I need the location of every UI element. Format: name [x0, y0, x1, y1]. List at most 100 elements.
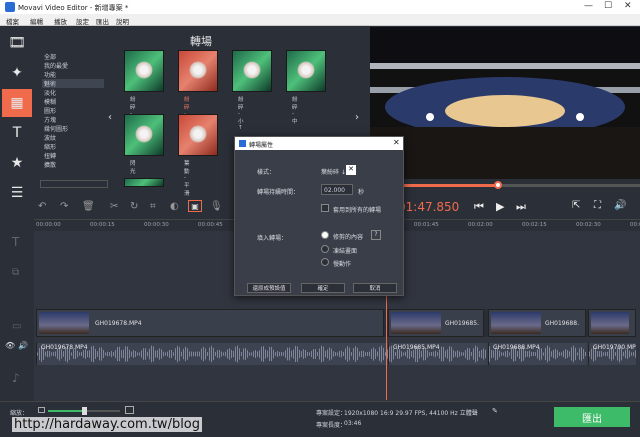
category-item[interactable]: 擴散 — [44, 160, 56, 169]
category-item[interactable]: 方塊 — [44, 115, 56, 124]
waveform-bar — [303, 349, 304, 359]
waveform-bar — [287, 347, 288, 361]
transition-thumbnail[interactable] — [124, 178, 164, 187]
transition-thumbnail[interactable] — [232, 50, 272, 92]
transition-thumbnail[interactable] — [178, 114, 218, 156]
transitions-icon[interactable]: ▦ — [2, 89, 32, 117]
option-freeze-radio[interactable] — [321, 245, 329, 253]
zoom-out-icon[interactable] — [38, 407, 45, 413]
waveform-bar — [407, 349, 408, 359]
crop-icon[interactable]: ⌗ — [150, 201, 156, 212]
track-visibility-icon[interactable]: 👁 — [5, 341, 15, 350]
waveform-bar — [363, 350, 364, 358]
waveform-bar — [195, 351, 196, 357]
video-preview — [370, 27, 640, 179]
menu-settings[interactable]: 設定 — [76, 16, 89, 26]
duration-label: 轉場持續時間： — [257, 189, 300, 196]
category-item[interactable]: 淡化 — [44, 88, 56, 97]
filters-icon[interactable]: ✦ — [2, 59, 32, 87]
minimize-icon[interactable]: — — [584, 1, 593, 11]
menu-file[interactable]: 檔案 — [6, 16, 19, 26]
next-frame-icon[interactable]: ⏭ — [516, 200, 526, 214]
waveform-bar — [585, 351, 586, 357]
transition-thumbnail[interactable] — [124, 50, 164, 92]
apply-all-checkbox[interactable] — [321, 204, 329, 212]
category-item[interactable]: 縮形 — [44, 142, 56, 151]
category-item[interactable]: 模糊 — [44, 97, 56, 106]
waveform-bar — [217, 350, 218, 358]
menu-play[interactable]: 播放 — [54, 16, 67, 26]
clip-properties-icon[interactable]: ▣ — [188, 200, 202, 212]
scroll-right-icon[interactable]: › — [355, 112, 359, 123]
waveform-bar — [49, 350, 50, 358]
undo-icon[interactable]: ↶ — [38, 201, 46, 212]
category-item[interactable]: 功能 — [44, 70, 56, 79]
option-trimmed-radio[interactable] — [321, 231, 329, 239]
category-item[interactable]: 波紋 — [44, 133, 56, 142]
thumbnail-image — [135, 125, 153, 143]
rotate-icon[interactable]: ↻ — [130, 201, 138, 212]
audio-clip[interactable]: GH019678.MP4 — [36, 343, 388, 365]
edit-settings-icon[interactable]: ✎ — [492, 407, 498, 415]
duration-input[interactable]: 02.000 — [321, 184, 353, 195]
record-voice-icon[interactable]: 🎙 — [210, 201, 223, 212]
cut-icon[interactable]: ✂ — [110, 201, 118, 212]
audio-clip[interactable]: GH019688.MP4 — [488, 343, 586, 365]
category-item[interactable]: 扭轉 — [44, 151, 56, 160]
help-icon[interactable]: ? — [371, 230, 381, 240]
menu-help[interactable]: 說明 — [116, 16, 129, 26]
volume-icon[interactable]: 🔊 — [614, 200, 626, 211]
audio-clip[interactable]: GH019700.MP4 — [588, 343, 636, 365]
audio-clip[interactable]: GH019685.MP4 — [388, 343, 486, 365]
waveform-bar — [149, 348, 150, 360]
transition-thumbnail[interactable] — [286, 50, 326, 92]
menu-export[interactable]: 匯出 — [96, 16, 109, 26]
export-button[interactable]: 匯出 — [554, 407, 630, 427]
search-input[interactable] — [40, 180, 108, 188]
reset-button[interactable]: 還原成預設值 — [247, 283, 291, 293]
category-item[interactable]: 幾何圖形 — [44, 124, 68, 133]
scroll-left-icon[interactable]: ‹ — [108, 112, 112, 123]
waveform-bar — [589, 351, 590, 357]
waveform-bar — [603, 352, 604, 356]
detach-preview-icon[interactable]: ⇱ — [572, 200, 580, 211]
waveform-bar — [505, 351, 506, 357]
redo-icon[interactable]: ↷ — [60, 201, 68, 212]
close-icon[interactable]: ✕ — [624, 1, 632, 11]
video-clip[interactable]: GH0196 — [588, 309, 636, 337]
category-item[interactable]: 魅術 — [42, 79, 104, 88]
more-tools-icon[interactable]: ☰ — [2, 179, 32, 207]
play-icon[interactable]: ▶ — [496, 200, 504, 213]
import-media-icon[interactable]: 🎞 — [2, 29, 32, 57]
waveform-bar — [553, 349, 554, 359]
ok-button[interactable]: 確定 — [301, 283, 345, 293]
transition-thumbnail[interactable] — [124, 114, 164, 156]
cancel-button[interactable]: 取消 — [353, 283, 397, 293]
category-item[interactable]: 圖形 — [44, 106, 56, 115]
video-clip[interactable]: GH019688. — [488, 309, 586, 337]
titles-icon[interactable]: T — [2, 119, 32, 147]
menu-edit[interactable]: 編輯 — [30, 16, 43, 26]
maximize-icon[interactable]: ☐ — [604, 1, 612, 11]
ruler-tick-label: 00:02:30 — [576, 222, 601, 228]
scrubber-handle[interactable] — [494, 181, 502, 189]
stickers-icon[interactable]: ★ — [2, 149, 32, 177]
color-adjust-icon[interactable]: ◐ — [170, 201, 179, 212]
fullscreen-icon[interactable]: ⛶ — [594, 200, 601, 211]
zoom-in-icon[interactable] — [125, 406, 134, 414]
playback-scrubber[interactable] — [370, 179, 640, 193]
option-slowmo-radio[interactable] — [321, 258, 329, 266]
delete-icon[interactable]: 🗑 — [82, 201, 95, 212]
transition-thumbnail[interactable] — [178, 50, 218, 92]
dialog-close-icon[interactable]: ✕ — [393, 138, 400, 147]
waveform-bar — [343, 351, 344, 357]
prev-frame-icon[interactable]: ⏮ — [474, 200, 484, 214]
waveform-bar — [359, 351, 360, 357]
category-item[interactable]: 全部 — [44, 52, 56, 61]
track-mute-icon[interactable]: 🔊 — [18, 341, 28, 350]
category-item[interactable]: 我的最愛 — [44, 61, 68, 70]
video-clip[interactable]: GH019678.MP4 — [36, 309, 384, 337]
style-clear-icon[interactable]: ✕ — [346, 165, 356, 175]
zoom-slider-handle[interactable] — [82, 407, 87, 415]
video-clip[interactable]: GH019685. — [388, 309, 484, 337]
